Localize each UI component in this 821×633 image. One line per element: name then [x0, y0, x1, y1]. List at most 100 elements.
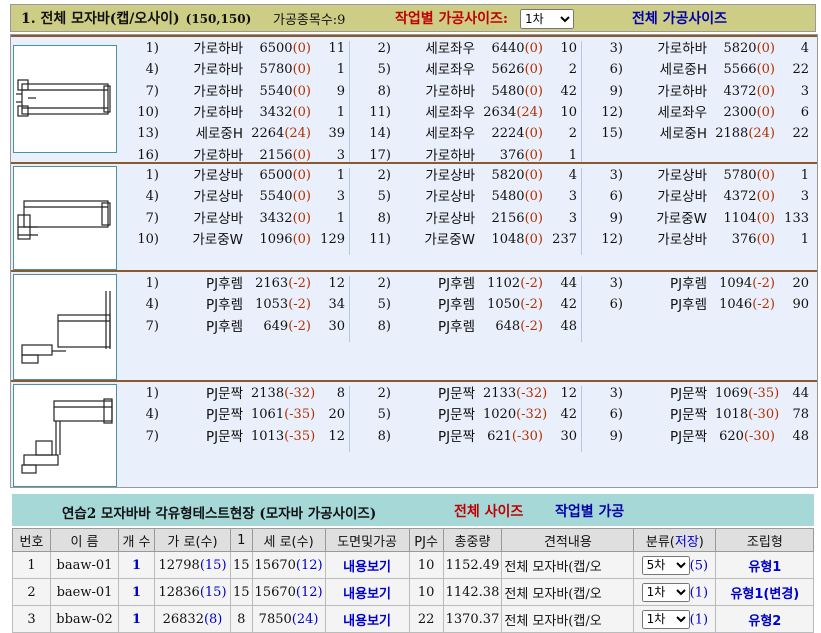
length-value: 2156: [259, 147, 293, 163]
item-index: 7): [145, 428, 159, 444]
full-size-link[interactable]: 전체 사이즈: [454, 501, 523, 521]
assembly-type-link[interactable]: 유형1(변경): [730, 587, 799, 602]
job-list-header: 연습2 모자바바 각유형테스트현장 (모자바 가공사이즈) 전체 사이즈 작업별…: [12, 494, 814, 526]
length-adjust: (0): [524, 83, 543, 99]
item-index: 6): [609, 407, 623, 423]
length-adjust: (-2): [752, 276, 775, 291]
length-adjust: (0): [524, 210, 543, 226]
cut-item: 6) PJ문짝 1018(-30) 78: [587, 405, 813, 425]
length-value: 2224: [491, 126, 525, 142]
cut-item: 12) 가로상바 376(0) 1: [587, 230, 813, 250]
item-qty: 48: [792, 428, 809, 444]
item-length: 1018(-30): [715, 405, 779, 425]
item-length: 4372(0): [715, 187, 775, 207]
length-value: 3432: [259, 104, 293, 120]
work-process-link[interactable]: 작업별 가공: [555, 501, 624, 521]
stage-select[interactable]: 1차: [641, 582, 690, 602]
length-adjust: (0): [756, 83, 775, 99]
item-name: 가로하바: [193, 83, 243, 100]
length-value: 2264: [251, 126, 285, 142]
item-name: 가로하바: [657, 83, 707, 100]
row-pj: 22: [408, 605, 444, 633]
table-header-row: 번호 이 름 개 수 가 로(수) 1 세 로(수) 도면및가공 PJ수 총중량…: [12, 528, 815, 552]
profile-thumbnail[interactable]: [13, 384, 117, 487]
profile-drawing-icon: [17, 200, 111, 240]
cut-item: 5) 세로좌우 5626(0) 2: [355, 60, 581, 80]
length-value: 5820: [491, 168, 525, 183]
item-name: 가로상바: [193, 168, 243, 184]
item-name: 가로하바: [193, 41, 243, 57]
item-index: 14): [369, 126, 391, 142]
profile-thumbnail[interactable]: [13, 274, 117, 380]
length-adjust: (0): [524, 189, 543, 205]
profile-group-2: 1) 가로상바 6500(0) 1 2) 가로상바 5820(0) 4 3) 가로상바 5780(0…: [11, 162, 817, 270]
item-qty: 8: [336, 386, 345, 401]
work-size-link[interactable]: 작업별 가공사이즈:: [395, 8, 508, 28]
row-mid: 8: [230, 605, 253, 633]
item-qty: 42: [560, 83, 577, 99]
length-adjust: (0): [524, 147, 543, 163]
assembly-type-link[interactable]: 유형2: [748, 614, 781, 629]
row-weight: 1152.49: [442, 551, 503, 579]
table-row: 1 baaw-01 1 12798(15) 15 15670(12) 내용보기 10 1152.…: [12, 551, 815, 579]
row-name: bbaw-02: [50, 605, 119, 633]
profile-thumbnail[interactable]: [13, 166, 117, 270]
table-row: 2 baew-01 1 12836(15) 15 15670(12) 내용보기 10 1142.…: [12, 578, 815, 606]
item-name: PJ후렘: [206, 297, 243, 314]
column-divider: [581, 386, 582, 452]
section-header: 1. 전체 모자바(캡/오사이) (150,150) 가공종목수:9 작업별 가공…: [10, 4, 816, 32]
item-name: 가로상바: [425, 168, 475, 184]
column-divider: [581, 168, 582, 256]
item-qty: 1: [800, 231, 809, 247]
length-value: 1046: [719, 297, 753, 313]
length-adjust: (0): [292, 41, 311, 56]
item-name: 가로상바: [657, 231, 707, 248]
item-index: 4): [145, 62, 159, 78]
item-qty: 12: [560, 386, 577, 401]
item-qty: 1: [800, 168, 809, 183]
item-index: 6): [609, 62, 623, 78]
item-length: 648(-2): [483, 317, 543, 337]
save-link[interactable]: 저장: [675, 535, 699, 550]
width-qty: (8): [203, 611, 223, 627]
item-length: 1020(-32): [483, 405, 547, 425]
item-length: 5820(0): [715, 39, 775, 59]
row-height: 7850(24): [251, 605, 326, 633]
length-adjust: (0): [756, 189, 775, 205]
profile-thumbnail[interactable]: [13, 45, 117, 153]
item-name: PJ문짝: [206, 407, 243, 424]
row-name: baaw-01: [50, 551, 119, 579]
item-length: 6440(0): [483, 39, 543, 59]
all-sizes-link[interactable]: 전체 가공사이즈: [632, 8, 727, 28]
stage-count: (1): [689, 585, 709, 600]
length-adjust: (0): [292, 83, 311, 99]
length-value: 4372: [723, 189, 757, 205]
item-index: 15): [601, 126, 623, 142]
length-value: 3432: [259, 210, 293, 226]
work-stage-select[interactable]: 1차: [520, 9, 574, 29]
assembly-type-link[interactable]: 유형1: [748, 560, 781, 575]
length-value: 1048: [491, 231, 525, 247]
view-details-link[interactable]: 내용보기: [343, 587, 391, 602]
item-index: 3): [609, 386, 623, 401]
col-no: 번호: [12, 528, 51, 552]
view-details-link[interactable]: 내용보기: [343, 560, 391, 575]
length-adjust: (-32): [284, 386, 316, 401]
profile-group-3: 1) PJ후렘 2163(-2) 12 2) PJ후렘 1102(-2) 44 3) PJ후렘 10…: [11, 270, 817, 380]
col-class-close: ): [698, 534, 704, 550]
item-qty: 39: [328, 126, 345, 142]
stage-select[interactable]: 5차: [641, 555, 690, 575]
table-row: 3 bbaw-02 1 26832(8) 8 7850(24) 내용보기 22 1370.37 전…: [12, 605, 815, 633]
item-index: 8): [377, 428, 391, 444]
row-class: 1차 (1): [633, 578, 717, 606]
cut-item: 5) PJ후렘 1050(-2) 42: [355, 295, 581, 315]
length-value: 1102: [487, 276, 521, 291]
item-length: 2300(0): [715, 103, 775, 123]
length-adjust: (0): [524, 231, 543, 247]
cut-item: 2) 가로상바 5820(0) 4: [355, 166, 581, 186]
view-details-link[interactable]: 내용보기: [343, 614, 391, 629]
item-index: 2): [377, 276, 391, 291]
length-value: 649: [263, 318, 289, 334]
length-value: 5540: [259, 83, 293, 99]
length-value: 5566: [723, 62, 757, 78]
